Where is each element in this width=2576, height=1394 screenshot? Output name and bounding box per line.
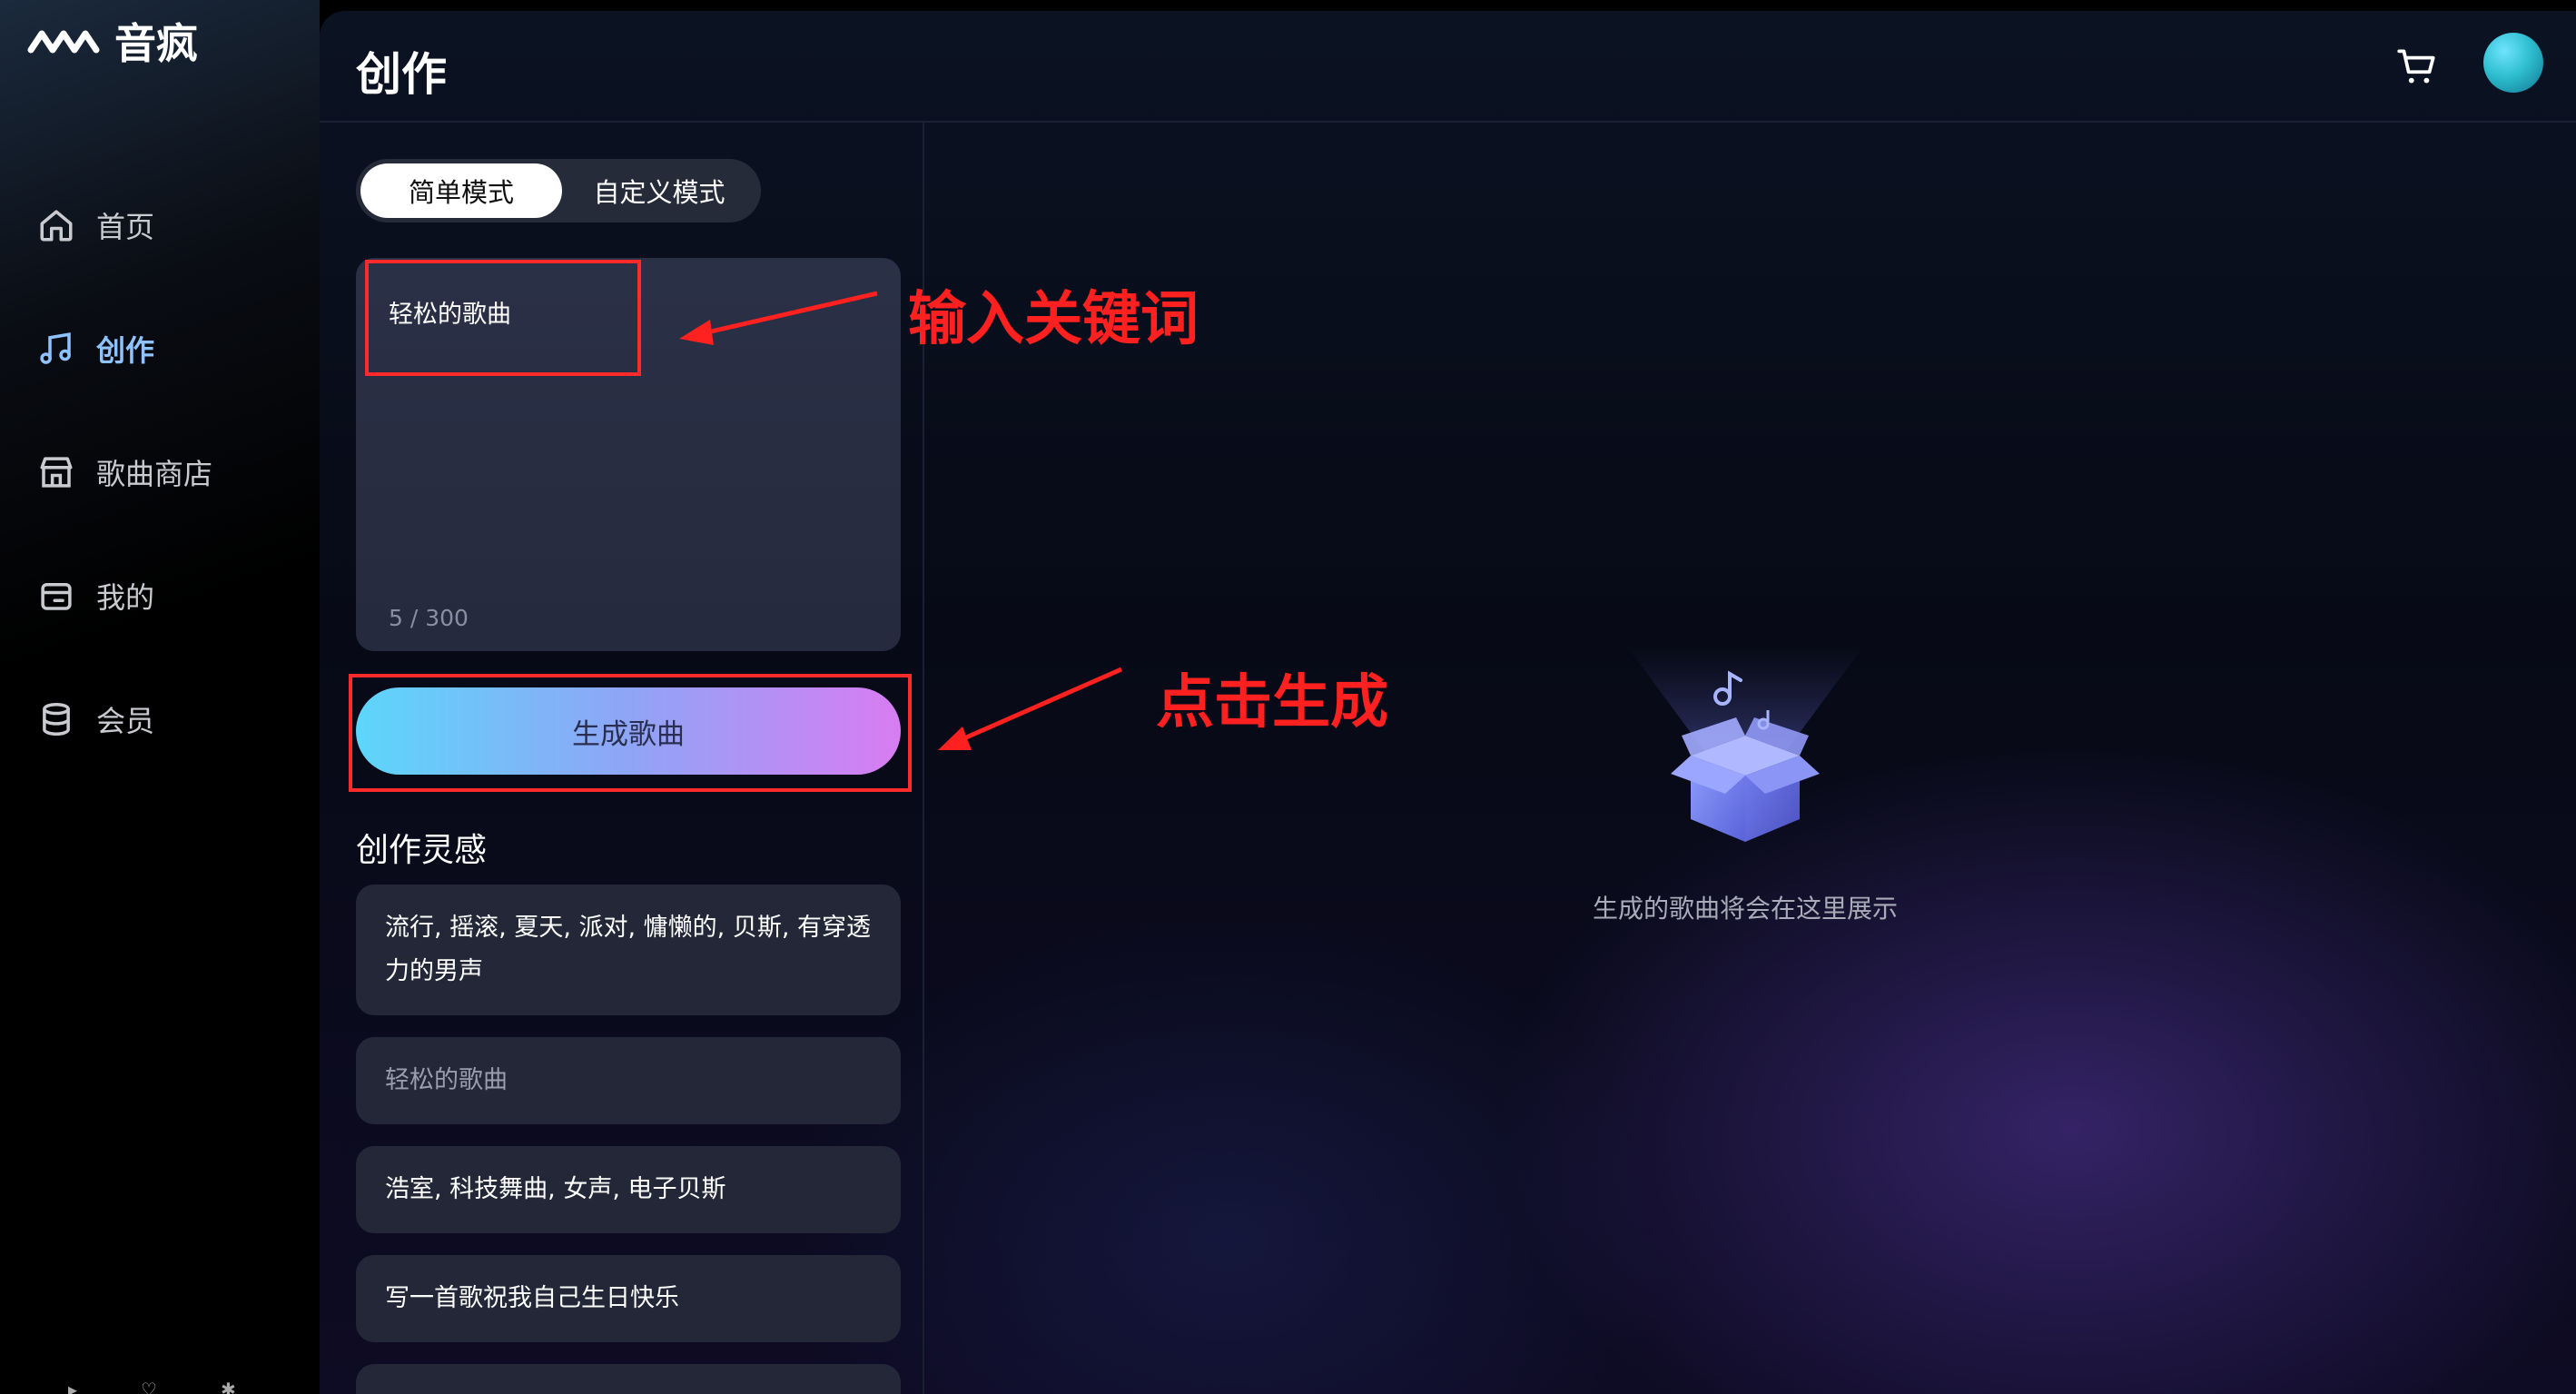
sidebar-item-vip[interactable]: 会员 (36, 657, 309, 781)
annotation-click-generate: 点击生成 (1156, 669, 1388, 737)
tab-custom-mode[interactable]: 自定义模式 (562, 163, 756, 218)
inspiration-item[interactable] (356, 1364, 901, 1394)
inspiration-item[interactable]: 浩室, 科技舞曲, 女声, 电子贝斯 (356, 1146, 901, 1233)
sidebar-item-label: 会员 (96, 704, 155, 738)
sidebar-footer-icons: ▸ ♡ ✱ (68, 1379, 236, 1394)
open-box-music-icon (1627, 647, 1863, 842)
sidebar-item-home[interactable]: 首页 (36, 163, 309, 287)
sidebar-nav: 首页 创作 歌曲商店 我的 会员 (36, 163, 309, 781)
empty-state-text: 生成的歌曲将会在这里展示 (1592, 894, 1898, 924)
sidebar-item-mine[interactable]: 我的 (36, 534, 309, 657)
sidebar-item-label: 创作 (96, 333, 155, 368)
play-icon[interactable]: ▸ (68, 1379, 77, 1394)
sidebar-item-create[interactable]: 创作 (36, 287, 309, 410)
highlight-prompt-box (365, 260, 641, 376)
char-counter: 5 / 300 (389, 605, 469, 631)
sidebar-item-store[interactable]: 歌曲商店 (36, 410, 309, 534)
sidebar-item-label: 首页 (96, 210, 155, 244)
logo-wave-icon (27, 30, 100, 54)
music-note-icon (36, 329, 76, 369)
mode-switch: 简单模式 自定义模式 (356, 159, 761, 222)
sidebar: 音疯 首页 创作 歌曲商店 我的 会员 ▸ ♡ ✱ (0, 0, 320, 1394)
inspiration-item-text: 轻松的歌曲 (385, 1066, 508, 1094)
highlight-generate-button (349, 674, 912, 792)
database-icon (36, 699, 76, 739)
app-logo[interactable]: 音疯 (27, 9, 198, 73)
inspiration-item[interactable]: 流行, 摇滚, 夏天, 派对, 慵懒的, 贝斯, 有穿透力的男声 (356, 885, 901, 1015)
inspiration-item[interactable]: 写一首歌祝我自己生日快乐 (356, 1255, 901, 1342)
store-icon (36, 452, 76, 492)
star-icon[interactable]: ✱ (221, 1379, 236, 1394)
tab-simple-mode[interactable]: 简单模式 (360, 163, 562, 218)
avatar[interactable] (2483, 33, 2543, 93)
inspiration-item-text: 流行, 摇滚, 夏天, 派对, 慵懒的, 贝斯, 有穿透力的男声 (385, 914, 871, 985)
home-icon (36, 205, 76, 245)
inspiration-item-text: 写一首歌祝我自己生日快乐 (385, 1284, 679, 1312)
heart-icon[interactable]: ♡ (141, 1379, 157, 1394)
top-bar: 创作 (320, 11, 2576, 123)
wallet-icon (36, 576, 76, 616)
annotation-input-keyword: 输入关键词 (908, 286, 1199, 353)
sidebar-item-label: 歌曲商店 (96, 457, 213, 491)
page-title: 创作 (356, 48, 447, 101)
inspiration-item-text: 浩室, 科技舞曲, 女声, 电子贝斯 (385, 1175, 726, 1203)
sidebar-item-label: 我的 (96, 580, 155, 615)
app-name: 音疯 (114, 19, 198, 68)
cart-icon[interactable] (2394, 44, 2440, 89)
inspiration-item[interactable]: 轻松的歌曲 (356, 1037, 901, 1124)
inspiration-title: 创作灵感 (356, 832, 488, 869)
